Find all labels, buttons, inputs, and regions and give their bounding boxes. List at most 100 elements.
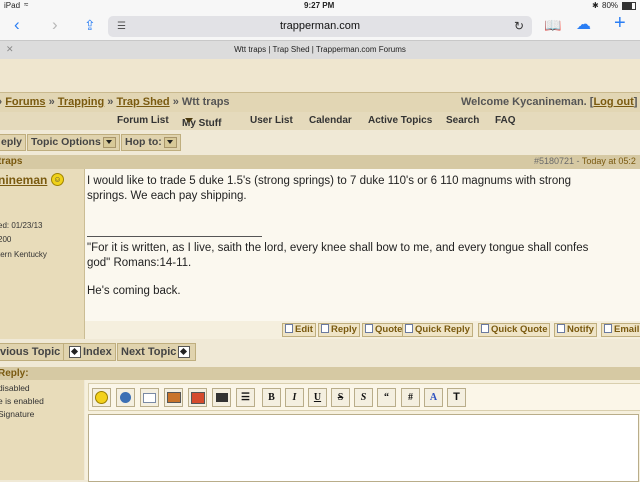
diamond-icon	[178, 346, 191, 359]
quick-reply-button[interactable]: Quick Reply	[402, 323, 473, 337]
edit-button[interactable]: Edit	[282, 323, 316, 337]
author-registered: ed: 01/23/13	[0, 221, 43, 230]
signature-option[interactable]: Signature	[0, 409, 34, 419]
logout-link[interactable]: Log out	[593, 96, 633, 108]
breadcrumb-trapping[interactable]: Trapping	[58, 96, 104, 108]
topic-title: traps	[0, 156, 23, 167]
quick-reply-icon	[405, 324, 413, 333]
next-topic-button[interactable]: Next Topic	[117, 343, 197, 361]
reply-option-2: e is enabled	[0, 396, 44, 406]
italic-button[interactable]: I	[285, 388, 304, 407]
post-text-line: springs. We each pay shipping.	[87, 190, 247, 202]
list-icon[interactable]: ☰	[236, 388, 255, 407]
menu-user-list[interactable]: User List	[250, 115, 293, 126]
email-envelope-icon[interactable]	[140, 388, 159, 407]
upload-image-icon[interactable]	[188, 388, 207, 407]
reply-icon	[321, 324, 329, 333]
smiley-status-icon: ☺	[51, 173, 64, 186]
menu-search[interactable]: Search	[446, 115, 479, 126]
reload-icon[interactable]: ↻	[514, 16, 524, 37]
breadcrumb-bar: » Forums » Trapping » Trap Shed » Wtt tr…	[0, 92, 640, 114]
quick-reply-title: Reply:	[0, 368, 29, 379]
quote-icon	[365, 324, 373, 333]
notify-button[interactable]: Notify	[554, 323, 597, 337]
post-actions: Edit Reply Quote Quick Reply Quick Quote…	[85, 321, 640, 339]
reply-editor: ☰ B I U S S “ # A T	[85, 380, 640, 482]
email-icon	[604, 324, 612, 333]
menu-faq[interactable]: FAQ	[495, 115, 516, 126]
topic-options-button[interactable]: Topic Options	[27, 134, 120, 151]
dropdown-arrow-icon	[185, 118, 193, 123]
author-name[interactable]: nineman	[0, 173, 47, 187]
post-time: Today at 05:2	[581, 156, 636, 166]
index-button[interactable]: Index	[63, 343, 116, 361]
browser-toolbar: ‹ › ⇪ ☰ trapperman.com ↻ 📖 ☁ +	[0, 12, 640, 40]
author-posts: 200	[0, 235, 12, 244]
post-body: I would like to trade 5 duke 1.5's (stro…	[85, 169, 640, 321]
signature-line: "For it is written, as I live, saith the…	[87, 242, 589, 254]
quick-reply-header: Reply:	[0, 367, 640, 380]
text-color-button[interactable]: A	[424, 388, 443, 407]
quote-button[interactable]: “	[377, 388, 396, 407]
notify-icon	[557, 324, 565, 333]
underline-button[interactable]: U	[308, 388, 327, 407]
reply-textarea[interactable]	[88, 414, 639, 482]
breadcrumb-trap-shed[interactable]: Trap Shed	[116, 96, 169, 108]
post-reply-button[interactable]: eply	[0, 134, 27, 151]
quote-button[interactable]: Quote	[362, 323, 406, 337]
topic-navigation: vious Topic Index Next Topic	[0, 340, 640, 364]
clock: 9:27 PM	[304, 1, 335, 10]
smiley-icon[interactable]	[92, 388, 111, 407]
video-icon[interactable]	[212, 388, 231, 407]
new-tab-icon[interactable]: +	[614, 13, 626, 33]
battery-icon	[622, 2, 636, 10]
icloud-tabs-icon[interactable]: ☁	[576, 15, 591, 35]
font-button[interactable]: T	[447, 388, 466, 407]
editor-toolbar: ☰ B I U S S “ # A T	[88, 383, 640, 411]
welcome-message: Welcome Kycanineman. [Log out]	[461, 96, 638, 108]
post-text-line: I would like to trade 5 duke 1.5's (stro…	[87, 175, 572, 187]
email-button[interactable]: Email	[601, 323, 640, 337]
post-header: traps #5180721 - Today at 05:2	[0, 155, 640, 169]
menu-calendar[interactable]: Calendar	[309, 115, 352, 126]
url-text: trapperman.com	[279, 20, 361, 32]
author-column: nineman ☺ ed: 01/23/13 200 tern Kentucky	[0, 169, 85, 339]
bluetooth-icon: ✱	[592, 1, 599, 10]
signature-divider	[87, 236, 262, 237]
menu-active-topics[interactable]: Active Topics	[368, 115, 432, 126]
battery-percent: 80%	[602, 1, 619, 10]
back-icon[interactable]: ‹	[14, 15, 20, 35]
menu-forum-list[interactable]: Forum List	[117, 115, 169, 126]
breadcrumb: » Forums » Trapping » Trap Shed » Wtt tr…	[0, 96, 230, 108]
ios-status-bar: iPad ≈ 9:27 PM ✱ 80%	[0, 0, 640, 12]
topic-button-row: eply Topic Options Hop to:	[0, 130, 640, 154]
post-number[interactable]: #5180721 - Today at 05:2	[534, 156, 636, 166]
quick-quote-button[interactable]: Quick Quote	[478, 323, 551, 337]
tab-title[interactable]: Wtt traps | Trap Shed | Trapperman.com F…	[0, 45, 640, 54]
code-button[interactable]: #	[401, 388, 420, 407]
breadcrumb-forums[interactable]: Forums	[5, 96, 45, 108]
link-globe-icon[interactable]	[116, 388, 135, 407]
address-bar[interactable]: ☰ trapperman.com ↻	[108, 16, 532, 37]
previous-topic-button[interactable]: vious Topic	[0, 343, 65, 361]
forward-icon[interactable]: ›	[52, 15, 58, 35]
reply-options: disabled e is enabled Signature	[0, 380, 84, 480]
wifi-icon: ≈	[24, 0, 29, 9]
bold-button[interactable]: B	[262, 388, 281, 407]
hop-to-button[interactable]: Hop to:	[121, 134, 181, 151]
share-icon[interactable]: ⇪	[84, 15, 96, 35]
breadcrumb-current: Wtt traps	[181, 96, 230, 108]
quick-quote-icon	[481, 324, 489, 333]
strikethrough-button[interactable]: S	[331, 388, 350, 407]
signature-line: god" Romans:14-11.	[87, 257, 192, 269]
reader-icon[interactable]: ☰	[117, 16, 126, 37]
image-icon[interactable]	[164, 388, 183, 407]
diamond-icon	[69, 346, 81, 359]
main-menu: Forum List My Stuff User List Calendar A…	[0, 112, 640, 131]
spoiler-button[interactable]: S	[354, 388, 373, 407]
reply-button[interactable]: Reply	[318, 323, 360, 337]
bookmarks-icon[interactable]: 📖	[544, 15, 561, 35]
dropdown-arrow-icon	[102, 136, 116, 148]
dropdown-arrow-icon	[163, 136, 177, 148]
carrier-label: iPad	[4, 1, 21, 10]
